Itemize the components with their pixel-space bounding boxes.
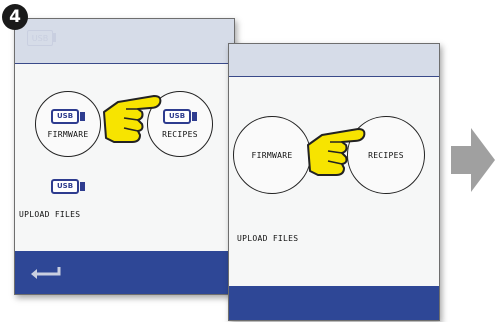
usb-stick-label: USB [51,179,80,194]
screen-current: FIRMWARE RECIPES UPLOAD FILES [228,43,440,321]
footer-bar [15,251,234,294]
upload-files-button[interactable]: USB UPLOAD FILES [19,179,86,221]
usb-stick-label: USB [162,109,192,124]
usb-stick-label: USB [50,109,80,124]
upload-files-label: UPLOAD FILES [19,210,81,219]
pointing-hand-icon [307,128,366,176]
footer-bar [229,286,439,320]
usb-stick-icon: USB [50,109,86,124]
firmware-button[interactable]: FIRMWARE [233,116,311,194]
recipes-label: RECIPES [162,130,198,139]
return-arrow-icon[interactable] [29,265,63,281]
header-bar: USB [15,19,234,64]
firmware-button[interactable]: USB FIRMWARE [35,91,101,157]
screen-previous: USB USB FIRMWARE USB RECIPES USB UPLOAD … [14,18,235,295]
step-number-badge: 4 [2,4,28,30]
recipes-label: RECIPES [368,150,404,160]
firmware-label: FIRMWARE [251,150,293,160]
usb-status-plug [53,33,56,42]
usb-status-icon: USB [27,30,53,46]
usb-stick-icon: USB [162,109,198,124]
upload-files-button[interactable]: UPLOAD FILES [237,226,298,245]
right-arrow-icon [451,128,495,192]
usb-stick-icon: USB [51,179,86,194]
pointing-hand-icon [103,95,162,143]
firmware-label: FIRMWARE [47,130,89,139]
header-bar [229,44,439,77]
upload-files-label: UPLOAD FILES [237,234,299,243]
